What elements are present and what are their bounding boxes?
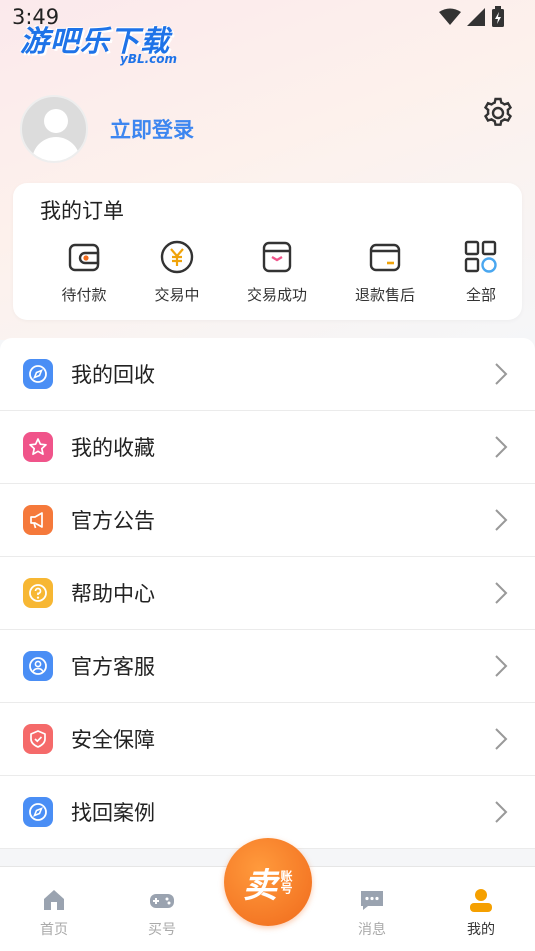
menu-label: 官方客服 [71, 655, 155, 679]
sell-sub-label: 账号 [279, 870, 293, 894]
watermark-logo: 游吧乐下载 yBL.com [20, 18, 177, 66]
menu-item-announcements[interactable]: 官方公告 [0, 484, 535, 557]
menu-label: 帮助中心 [71, 582, 155, 606]
tab-home[interactable]: 首页 [14, 887, 94, 939]
tab-label: 首页 [40, 922, 68, 938]
order-refund[interactable]: 退款售后 [335, 238, 435, 308]
menu-label: 找回案例 [71, 801, 155, 825]
order-label: 交易中 [154, 286, 200, 304]
menu-item-favorites[interactable]: 我的收藏 [0, 411, 535, 484]
tab-label: 买号 [148, 922, 176, 938]
tab-label: 消息 [358, 922, 386, 938]
orders-title: 我的订单 [40, 199, 124, 223]
refund-card-icon [369, 243, 401, 272]
order-label: 交易成功 [246, 286, 307, 304]
help-icon [23, 578, 53, 608]
order-label: 待付款 [61, 286, 107, 304]
compass-icon [23, 359, 53, 389]
menu-label: 我的回收 [71, 363, 155, 387]
avatar[interactable] [20, 95, 88, 163]
success-bag-icon [262, 241, 292, 273]
tab-messages[interactable]: 消息 [332, 887, 412, 939]
order-pending-payment[interactable]: 待付款 [34, 238, 134, 308]
orders-card: 我的订单 待付款 交易中 交易成功 退款售后 全部 [13, 183, 522, 320]
grid-icon [464, 240, 497, 273]
user-icon [470, 889, 492, 912]
chevron-right-icon [495, 801, 508, 823]
yuan-coin-icon [160, 240, 194, 274]
gamepad-icon [150, 894, 174, 908]
message-icon [361, 891, 383, 910]
chevron-right-icon [495, 582, 508, 604]
shield-icon [23, 724, 53, 754]
wifi-icon [439, 8, 461, 25]
status-icons [439, 6, 505, 28]
menu-label: 官方公告 [71, 509, 155, 533]
orders-row: 待付款 交易中 交易成功 退款售后 全部 [13, 238, 522, 308]
login-link[interactable]: 立即登录 [110, 114, 194, 144]
order-label: 退款售后 [354, 286, 415, 304]
menu-item-recycle[interactable]: 我的回收 [0, 338, 535, 411]
chevron-right-icon [495, 509, 508, 531]
chevron-right-icon [495, 655, 508, 677]
sell-main-label: 卖 [243, 865, 277, 906]
order-all[interactable]: 全部 [431, 238, 531, 308]
tab-buy[interactable]: 买号 [122, 887, 202, 939]
star-icon [23, 432, 53, 462]
order-success[interactable]: 交易成功 [227, 238, 327, 308]
profile-header: 立即登录 [20, 94, 515, 164]
menu-list: 我的回收 我的收藏 官方公告 帮助中心 官方客服 安全保障 找回案例 [0, 338, 535, 849]
menu-label: 安全保障 [71, 728, 155, 752]
megaphone-icon [23, 505, 53, 535]
chevron-right-icon [495, 436, 508, 458]
gear-icon[interactable] [481, 96, 515, 130]
menu-item-security[interactable]: 安全保障 [0, 703, 535, 776]
battery-icon [492, 6, 504, 27]
tab-label: 我的 [467, 922, 495, 938]
service-icon [23, 651, 53, 681]
compass-icon [23, 797, 53, 827]
tab-mine[interactable]: 我的 [441, 887, 521, 939]
home-icon [44, 890, 64, 910]
chevron-right-icon [495, 728, 508, 750]
order-in-trade[interactable]: 交易中 [127, 238, 227, 308]
menu-label: 我的收藏 [71, 436, 155, 460]
wallet-icon [68, 243, 100, 272]
menu-item-help[interactable]: 帮助中心 [0, 557, 535, 630]
sell-account-button[interactable]: 卖 账号 [224, 838, 312, 926]
chevron-right-icon [495, 363, 508, 385]
watermark-sub: yBL.com [120, 52, 178, 66]
menu-item-customer-service[interactable]: 官方客服 [0, 630, 535, 703]
order-label: 全部 [465, 286, 496, 304]
signal-icon [467, 8, 485, 26]
